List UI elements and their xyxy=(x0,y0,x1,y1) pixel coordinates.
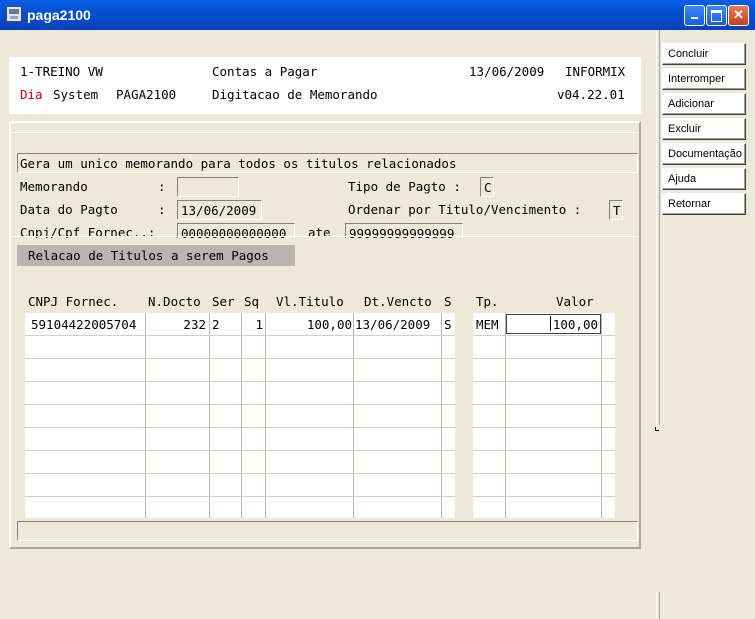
concluir-button[interactable]: Concluir xyxy=(662,43,746,65)
row1-ser[interactable]: 2 xyxy=(212,317,220,332)
header-info-panel xyxy=(9,57,641,114)
grid-line xyxy=(241,313,242,518)
grid-line xyxy=(441,313,442,518)
grid-line xyxy=(265,313,266,518)
row1-vl-titulo[interactable]: 100,00 xyxy=(268,317,352,332)
grid-line xyxy=(353,313,354,518)
row1-docto[interactable]: 232 xyxy=(150,317,206,332)
grid-row-line xyxy=(25,358,455,359)
company-name: 1-TREINO VW xyxy=(20,64,103,79)
grid-row-line xyxy=(25,427,455,428)
memorando-colon: : xyxy=(158,179,166,194)
resize-grip-icon xyxy=(655,427,659,431)
grid-line xyxy=(505,313,506,518)
titles-grid[interactable] xyxy=(25,313,455,518)
adicionar-button[interactable]: Adicionar xyxy=(662,93,746,115)
system-label: System xyxy=(53,87,99,102)
row1-cnpj[interactable]: 59104422005704 xyxy=(31,317,136,332)
database-name: INFORMIX xyxy=(565,64,626,79)
col-header-valor: Valor xyxy=(556,294,594,309)
grid-row-line xyxy=(25,381,455,382)
row1-dt-vencto[interactable]: 13/06/2009 xyxy=(355,317,430,332)
row1-tp[interactable]: MEM xyxy=(476,317,499,332)
screen-title: Digitacao de Memorando xyxy=(212,87,378,102)
grid-row-line xyxy=(25,473,455,474)
maximize-icon xyxy=(711,10,722,22)
version-label: v04.22.01 xyxy=(557,87,625,102)
dia-label: Dia xyxy=(20,87,43,102)
grid-row-line xyxy=(25,450,455,451)
text-caret xyxy=(550,316,551,331)
memorando-label: Memorando xyxy=(20,179,88,194)
grid-row-line xyxy=(25,496,455,497)
grid-row-line xyxy=(25,335,455,336)
ordenar-field[interactable]: T xyxy=(609,200,623,220)
grid-row-line xyxy=(473,450,615,451)
ajuda-button[interactable]: Ajuda xyxy=(662,168,746,190)
status-bar xyxy=(17,521,638,541)
close-button[interactable]: ✕ xyxy=(728,5,749,26)
grid-row-line xyxy=(473,381,615,382)
col-header-dt: Dt.Vencto xyxy=(364,294,432,309)
data-pagto-label: Data do Pagto xyxy=(20,202,118,217)
interromper-button[interactable]: Interromper xyxy=(662,68,746,90)
grid-row-line xyxy=(473,473,615,474)
col-header-s: S xyxy=(444,294,452,309)
col-header-docto: N.Docto xyxy=(148,294,201,309)
grid-row-line xyxy=(473,335,615,336)
window-title: paga2100 xyxy=(27,7,91,23)
tipo-pagto-label: Tipo de Pagto : xyxy=(348,179,461,194)
retornar-button[interactable]: Retornar xyxy=(662,193,746,215)
maximize-button[interactable] xyxy=(706,5,727,26)
grid-line xyxy=(145,313,146,518)
title-bar[interactable] xyxy=(0,0,755,30)
data-pagto-field[interactable]: 13/06/2009 xyxy=(177,200,262,220)
grid-row-line xyxy=(473,358,615,359)
ordenar-label: Ordenar por Titulo/Vencimento : xyxy=(348,202,582,217)
grid-row-line xyxy=(25,404,455,405)
row1-s[interactable]: S xyxy=(444,317,452,332)
col-header-vl: Vl.Titulo xyxy=(276,294,344,309)
group-title: Relacao de Titulos a serem Pagos xyxy=(28,248,269,263)
col-header-ser: Ser xyxy=(212,294,235,309)
sidebar-divider xyxy=(656,30,660,425)
row1-valor-input[interactable]: 100,00 xyxy=(506,314,601,334)
grid-row-line xyxy=(473,404,615,405)
grid-row-line xyxy=(473,427,615,428)
tipo-pagto-field[interactable]: C xyxy=(480,177,494,197)
header-date: 13/06/2009 xyxy=(469,64,545,79)
grid-row-line xyxy=(473,496,615,497)
data-pagto-colon: : xyxy=(158,202,166,217)
payment-grid[interactable] xyxy=(473,313,615,518)
grid-line xyxy=(601,313,602,518)
group-divider xyxy=(11,236,639,237)
row1-sq[interactable]: 1 xyxy=(244,317,263,332)
app-icon xyxy=(6,6,22,22)
memorando-field[interactable] xyxy=(177,177,239,197)
col-header-tp: Tp. xyxy=(476,294,499,309)
form-divider xyxy=(11,132,639,133)
program-code: PAGA2100 xyxy=(116,87,177,102)
col-header-cnpj: CNPJ Fornec. xyxy=(28,294,119,309)
message-text: Gera um unico memorando para todos os ti… xyxy=(20,156,457,171)
minimize-button[interactable] xyxy=(684,5,705,26)
grid-line xyxy=(209,313,210,518)
col-header-sq: Sq xyxy=(244,294,260,309)
module-name: Contas a Pagar xyxy=(212,64,318,79)
close-icon: ✕ xyxy=(733,7,744,22)
sidebar-divider-bottom xyxy=(656,592,660,619)
minimize-icon xyxy=(691,17,698,19)
documentacao-button[interactable]: Documentação xyxy=(662,143,746,165)
excluir-button[interactable]: Excluir xyxy=(662,118,746,140)
